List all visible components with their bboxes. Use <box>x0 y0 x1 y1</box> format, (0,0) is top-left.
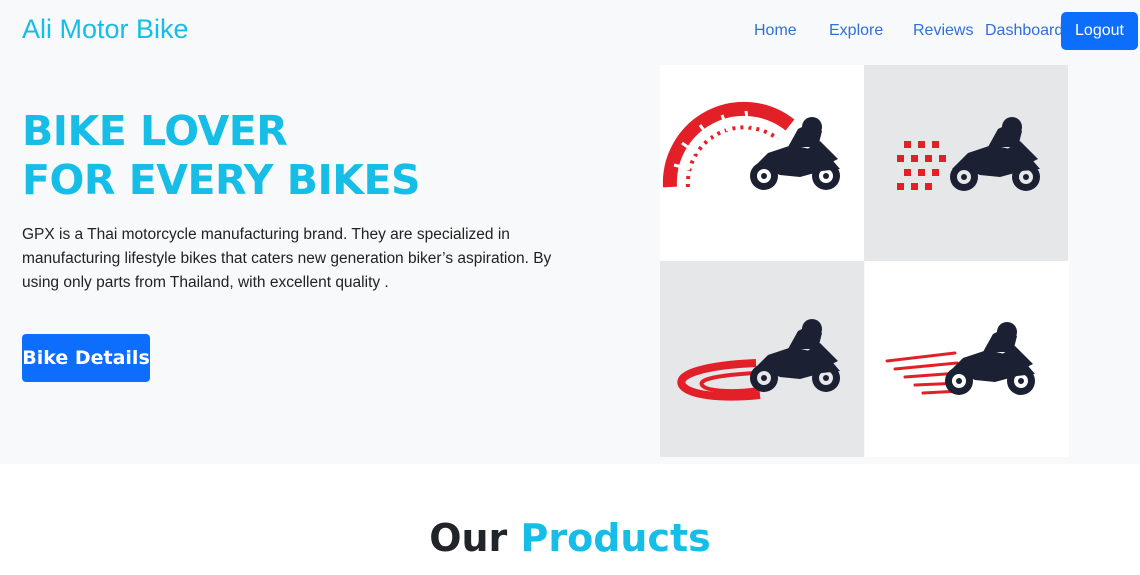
nav-link-reviews[interactable]: Reviews <box>913 22 973 40</box>
hero-section: BIKE LOVER FOR EVERY BIKES GPX is a Thai… <box>0 65 1140 464</box>
checkered-flag-motorbike-icon <box>897 117 1040 191</box>
hero-description: GPX is a Thai motorcycle manufacturing b… <box>22 226 552 291</box>
heading-word-products: Products <box>520 516 711 560</box>
navbar: Ali Motor Bike Home Explore Reviews Dash… <box>0 0 1140 65</box>
heading-word-our: Our <box>429 516 508 560</box>
speedometer-motorbike-icon <box>662 101 840 190</box>
swoosh-motorbike-logo-image <box>660 261 864 457</box>
bike-details-button[interactable]: Bike Details <box>22 334 150 382</box>
checkered-flag-motorbike-logo-image <box>864 65 1068 261</box>
hero-title: BIKE LOVER FOR EVERY BIKES <box>22 107 421 205</box>
hero-title-line-2: FOR EVERY BIKES <box>22 156 421 204</box>
speed-lines-motorbike-icon <box>885 322 1035 395</box>
bike-logo-gallery <box>660 65 1069 464</box>
nav-link-dashboard[interactable]: Dashboard <box>985 22 1063 40</box>
nav-link-explore[interactable]: Explore <box>829 22 883 40</box>
our-products-heading: Our Products <box>0 515 1140 561</box>
nav-link-home[interactable]: Home <box>754 22 797 40</box>
speedometer-motorbike-logo-image <box>660 65 864 261</box>
swoosh-motorbike-icon <box>677 319 840 401</box>
hero-title-line-1: BIKE LOVER <box>22 107 288 155</box>
speed-lines-motorbike-logo-image <box>865 261 1069 457</box>
logout-button[interactable]: Logout <box>1061 12 1138 50</box>
brand-logo-link[interactable]: Ali Motor Bike <box>22 14 189 45</box>
